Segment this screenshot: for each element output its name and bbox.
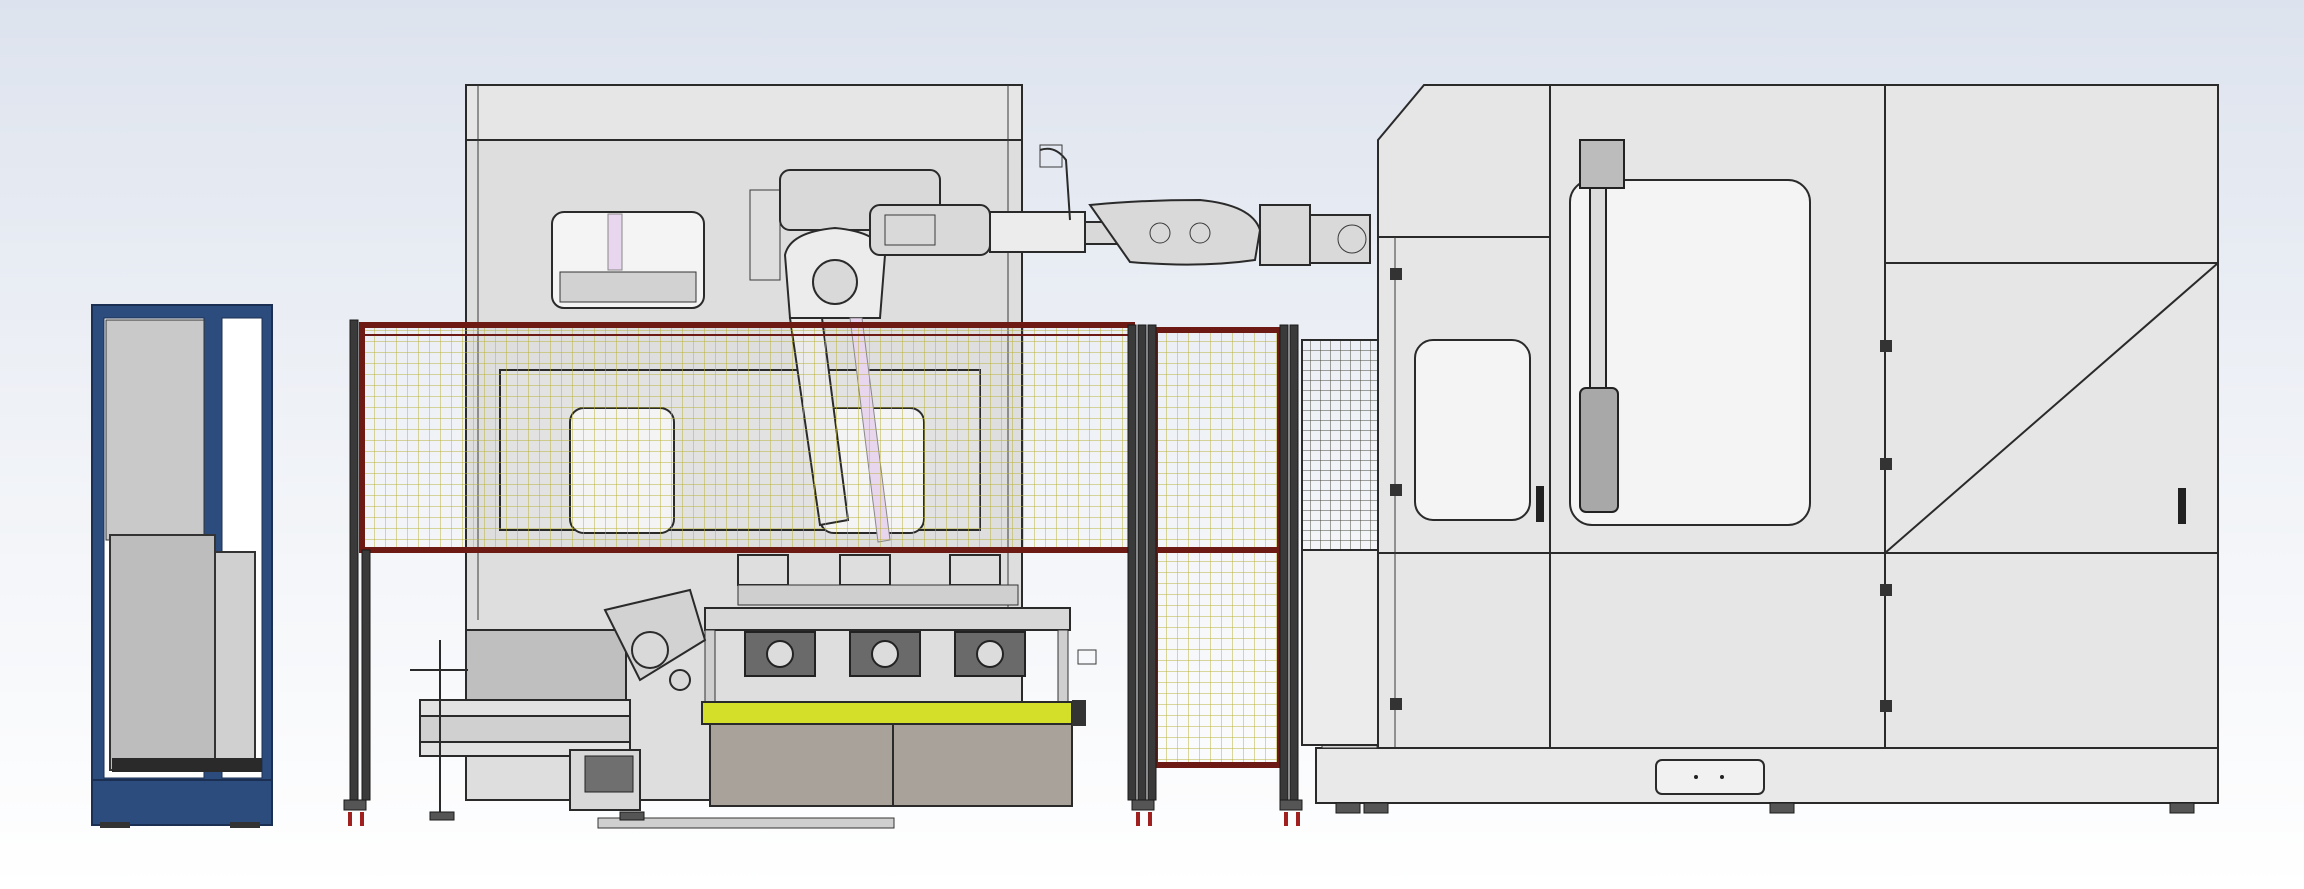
machining-cell-drawing: [91, 84, 2219, 829]
right-machine-enclosure: [1315, 84, 2219, 814]
side-mesh-lower: [1301, 549, 1379, 746]
material-cabinet: [91, 304, 273, 828]
safety-fence-right: [1147, 324, 1299, 801]
side-mesh-panel: [1301, 339, 1379, 551]
